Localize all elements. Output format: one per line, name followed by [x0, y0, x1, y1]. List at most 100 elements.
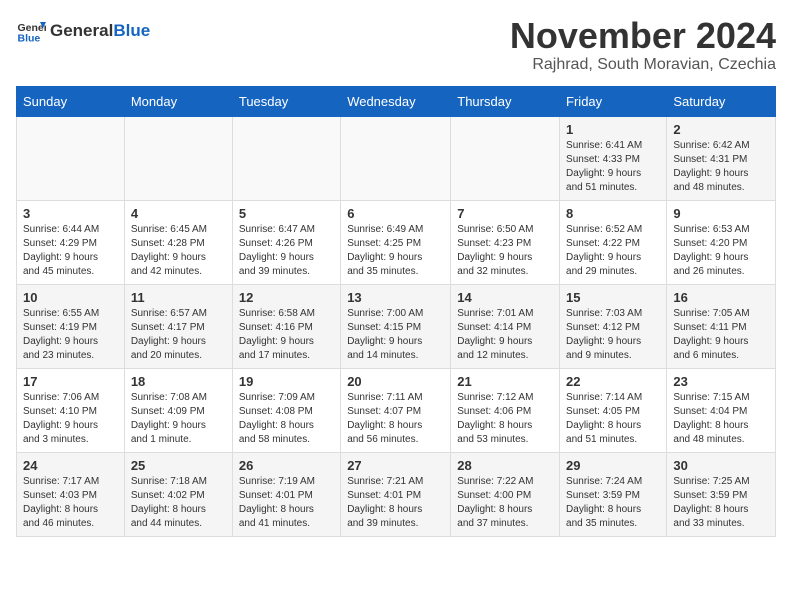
weekday-header-wednesday: Wednesday: [341, 86, 451, 116]
calendar-cell: 13 Sunrise: 7:00 AM Sunset: 4:15 PM Dayli…: [341, 284, 451, 368]
day-number: 10: [23, 290, 118, 305]
calendar-cell: 17Sunrise: 7:06 AM Sunset: 4:10 PM Dayli…: [17, 368, 125, 452]
calendar-cell: 1Sunrise: 6:41 AM Sunset: 4:33 PM Daylig…: [560, 116, 667, 200]
day-info: Sunrise: 7:03 AM Sunset: 4:12 PM Dayligh…: [566, 307, 660, 363]
calendar-week-row: 24 Sunrise: 7:17 AM Sunset: 4:03 PM Dayli…: [17, 452, 776, 536]
calendar-cell: 18Sunrise: 7:08 AM Sunset: 4:09 PM Dayli…: [124, 368, 232, 452]
calendar-cell: [341, 116, 451, 200]
day-number: 30: [673, 458, 769, 473]
day-info: Sunrise: 7:12 AM Sunset: 4:06 PM Dayligh…: [457, 391, 553, 447]
day-number: 4: [131, 206, 226, 221]
day-info: Sunrise: 7:18 AM Sunset: 4:02 PM Dayligh…: [131, 475, 226, 531]
weekday-header-friday: Friday: [560, 86, 667, 116]
day-number: 26: [239, 458, 334, 473]
calendar-cell: 27Sunrise: 7:21 AM Sunset: 4:01 PM Dayli…: [341, 452, 451, 536]
calendar-cell: 21 Sunrise: 7:12 AM Sunset: 4:06 PM Dayli…: [451, 368, 560, 452]
logo-general: General: [50, 21, 113, 41]
day-number: 20: [347, 374, 444, 389]
month-title: November 2024: [510, 16, 776, 56]
day-info: Sunrise: 6:58 AM Sunset: 4:16 PM Dayligh…: [239, 307, 334, 363]
calendar-week-row: 17Sunrise: 7:06 AM Sunset: 4:10 PM Dayli…: [17, 368, 776, 452]
day-info: Sunrise: 7:19 AM Sunset: 4:01 PM Dayligh…: [239, 475, 334, 531]
calendar-cell: [232, 116, 340, 200]
day-number: 19: [239, 374, 334, 389]
day-number: 1: [566, 122, 660, 137]
day-number: 9: [673, 206, 769, 221]
day-number: 3: [23, 206, 118, 221]
calendar-cell: [451, 116, 560, 200]
day-info: Sunrise: 6:44 AM Sunset: 4:29 PM Dayligh…: [23, 223, 118, 279]
calendar-cell: 4 Sunrise: 6:45 AM Sunset: 4:28 PM Daylig…: [124, 200, 232, 284]
logo-blue: Blue: [113, 21, 150, 41]
calendar-cell: 9 Sunrise: 6:53 AM Sunset: 4:20 PM Daylig…: [667, 200, 776, 284]
calendar-cell: 11 Sunrise: 6:57 AM Sunset: 4:17 PM Dayli…: [124, 284, 232, 368]
weekday-header-sunday: Sunday: [17, 86, 125, 116]
day-info: Sunrise: 6:50 AM Sunset: 4:23 PM Dayligh…: [457, 223, 553, 279]
day-info: Sunrise: 6:49 AM Sunset: 4:25 PM Dayligh…: [347, 223, 444, 279]
day-number: 11: [131, 290, 226, 305]
day-info: Sunrise: 6:42 AM Sunset: 4:31 PM Dayligh…: [673, 139, 769, 195]
calendar-cell: [17, 116, 125, 200]
day-number: 12: [239, 290, 334, 305]
day-number: 28: [457, 458, 553, 473]
day-number: 29: [566, 458, 660, 473]
calendar-cell: [124, 116, 232, 200]
day-number: 2: [673, 122, 769, 137]
calendar-cell: 22Sunrise: 7:14 AM Sunset: 4:05 PM Dayli…: [560, 368, 667, 452]
calendar-cell: 7 Sunrise: 6:50 AM Sunset: 4:23 PM Daylig…: [451, 200, 560, 284]
calendar-cell: 30 Sunrise: 7:25 AM Sunset: 3:59 PM Dayli…: [667, 452, 776, 536]
day-number: 7: [457, 206, 553, 221]
day-info: Sunrise: 7:05 AM Sunset: 4:11 PM Dayligh…: [673, 307, 769, 363]
calendar-cell: 14 Sunrise: 7:01 AM Sunset: 4:14 PM Dayli…: [451, 284, 560, 368]
day-info: Sunrise: 6:57 AM Sunset: 4:17 PM Dayligh…: [131, 307, 226, 363]
calendar-cell: 29 Sunrise: 7:24 AM Sunset: 3:59 PM Dayli…: [560, 452, 667, 536]
day-number: 6: [347, 206, 444, 221]
day-info: Sunrise: 6:45 AM Sunset: 4:28 PM Dayligh…: [131, 223, 226, 279]
day-info: Sunrise: 7:24 AM Sunset: 3:59 PM Dayligh…: [566, 475, 660, 531]
calendar-cell: 10 Sunrise: 6:55 AM Sunset: 4:19 PM Dayli…: [17, 284, 125, 368]
calendar-cell: 12 Sunrise: 6:58 AM Sunset: 4:16 PM Dayli…: [232, 284, 340, 368]
calendar-week-row: 1Sunrise: 6:41 AM Sunset: 4:33 PM Daylig…: [17, 116, 776, 200]
calendar-cell: 28 Sunrise: 7:22 AM Sunset: 4:00 PM Dayli…: [451, 452, 560, 536]
day-info: Sunrise: 7:14 AM Sunset: 4:05 PM Dayligh…: [566, 391, 660, 447]
day-info: Sunrise: 7:00 AM Sunset: 4:15 PM Dayligh…: [347, 307, 444, 363]
calendar-cell: 20 Sunrise: 7:11 AM Sunset: 4:07 PM Dayli…: [341, 368, 451, 452]
calendar-cell: 23 Sunrise: 7:15 AM Sunset: 4:04 PM Dayli…: [667, 368, 776, 452]
day-number: 15: [566, 290, 660, 305]
day-info: Sunrise: 7:08 AM Sunset: 4:09 PM Dayligh…: [131, 391, 226, 447]
logo-icon: General Blue: [16, 16, 46, 46]
day-info: Sunrise: 6:47 AM Sunset: 4:26 PM Dayligh…: [239, 223, 334, 279]
page-header: General Blue General Blue November 2024 …: [16, 16, 776, 74]
day-number: 16: [673, 290, 769, 305]
day-number: 21: [457, 374, 553, 389]
day-number: 23: [673, 374, 769, 389]
calendar-table: SundayMondayTuesdayWednesdayThursdayFrid…: [16, 86, 776, 537]
day-info: Sunrise: 7:09 AM Sunset: 4:08 PM Dayligh…: [239, 391, 334, 447]
calendar-cell: 8Sunrise: 6:52 AM Sunset: 4:22 PM Daylig…: [560, 200, 667, 284]
day-info: Sunrise: 7:06 AM Sunset: 4:10 PM Dayligh…: [23, 391, 118, 447]
weekday-header-monday: Monday: [124, 86, 232, 116]
day-info: Sunrise: 7:25 AM Sunset: 3:59 PM Dayligh…: [673, 475, 769, 531]
day-number: 24: [23, 458, 118, 473]
day-number: 13: [347, 290, 444, 305]
day-info: Sunrise: 6:55 AM Sunset: 4:19 PM Dayligh…: [23, 307, 118, 363]
day-info: Sunrise: 6:53 AM Sunset: 4:20 PM Dayligh…: [673, 223, 769, 279]
calendar-cell: 6 Sunrise: 6:49 AM Sunset: 4:25 PM Daylig…: [341, 200, 451, 284]
calendar-cell: 2 Sunrise: 6:42 AM Sunset: 4:31 PM Daylig…: [667, 116, 776, 200]
day-number: 27: [347, 458, 444, 473]
weekday-header-saturday: Saturday: [667, 86, 776, 116]
svg-text:Blue: Blue: [18, 33, 41, 45]
day-info: Sunrise: 7:15 AM Sunset: 4:04 PM Dayligh…: [673, 391, 769, 447]
location-title: Rajhrad, South Moravian, Czechia: [510, 56, 776, 74]
day-number: 8: [566, 206, 660, 221]
weekday-header-tuesday: Tuesday: [232, 86, 340, 116]
calendar-week-row: 3 Sunrise: 6:44 AM Sunset: 4:29 PM Daylig…: [17, 200, 776, 284]
day-info: Sunrise: 7:17 AM Sunset: 4:03 PM Dayligh…: [23, 475, 118, 531]
day-info: Sunrise: 7:01 AM Sunset: 4:14 PM Dayligh…: [457, 307, 553, 363]
day-number: 25: [131, 458, 226, 473]
day-number: 14: [457, 290, 553, 305]
day-info: Sunrise: 7:22 AM Sunset: 4:00 PM Dayligh…: [457, 475, 553, 531]
day-number: 5: [239, 206, 334, 221]
day-info: Sunrise: 7:11 AM Sunset: 4:07 PM Dayligh…: [347, 391, 444, 447]
weekday-header-thursday: Thursday: [451, 86, 560, 116]
